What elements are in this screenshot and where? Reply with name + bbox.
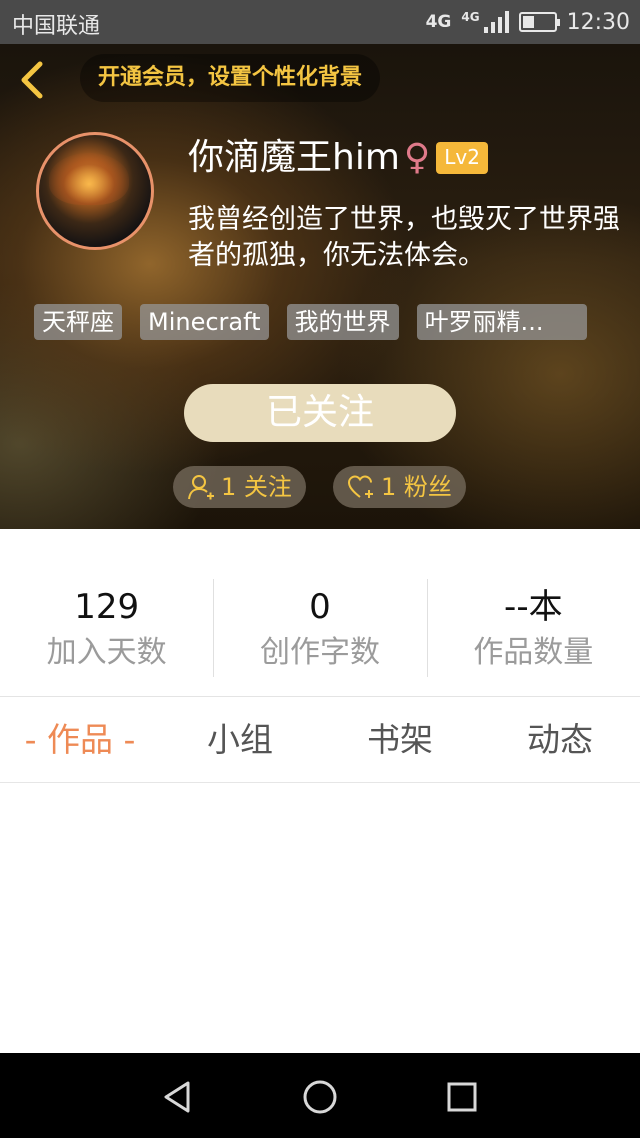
nav-back-button[interactable] <box>156 1075 200 1119</box>
chevron-left-icon <box>21 61 43 99</box>
status-indicators: 4G 4G 12:30 <box>426 6 630 38</box>
status-bar: 中国联通 4G 4G 12:30 <box>0 0 640 44</box>
stat-label: 加入天数 <box>46 635 167 670</box>
network-type-2: 4G <box>461 10 480 24</box>
stat-join-days: 129 加入天数 <box>0 529 213 696</box>
stat-value: 129 <box>74 587 140 627</box>
stat-label: 作品数量 <box>473 635 594 670</box>
tab-bookshelf[interactable]: 书架 <box>320 697 480 782</box>
tab-works[interactable]: - 作品 - <box>0 697 160 782</box>
signal-icon <box>483 11 509 33</box>
tag-item[interactable]: 我的世界 <box>286 304 399 340</box>
profile-name-row: 你滴魔王him ♀ Lv2 <box>188 136 488 180</box>
stat-label: 创作字数 <box>259 635 380 670</box>
level-badge: Lv2 <box>436 142 488 174</box>
stat-value: 0 <box>309 587 331 627</box>
signal-group: 4G <box>461 10 509 33</box>
stat-works-count: --本 作品数量 <box>426 529 640 696</box>
following-count: 1 关注 <box>221 473 292 501</box>
network-type-1: 4G <box>425 11 452 32</box>
username: 你滴魔王him <box>188 137 400 178</box>
status-time: 12:30 <box>566 9 630 35</box>
circle-home-icon <box>303 1080 337 1114</box>
tab-groups[interactable]: 小组 <box>160 697 320 782</box>
tab-activity[interactable]: 动态 <box>480 697 640 782</box>
battery-level <box>522 16 534 28</box>
vip-background-prompt[interactable]: 开通会员，设置个性化背景 <box>80 54 381 102</box>
following-count-button[interactable]: 1 关注 <box>173 466 306 508</box>
tag-item[interactable]: 天秤座 <box>34 304 122 340</box>
gender-female-icon: ♀ <box>403 137 431 178</box>
battery-icon <box>518 12 560 32</box>
stat-word-count: 0 创作字数 <box>213 529 426 696</box>
square-recent-icon <box>447 1082 477 1112</box>
fans-count: 1 粉丝 <box>381 473 452 501</box>
follow-button[interactable]: 已关注 <box>184 384 456 442</box>
stat-value: --本 <box>504 587 563 627</box>
user-bio: 我曾经创造了世界，也毁灭了世界强者的孤独，你无法体会。 <box>188 204 620 271</box>
avatar-image-highlight <box>49 153 129 205</box>
nav-recent-button[interactable] <box>440 1075 484 1119</box>
carrier-name: 中国联通 <box>12 14 101 39</box>
profile-header: 开通会员，设置个性化背景 你滴魔王him ♀ Lv2 我曾经创造了世界，也毁灭了… <box>0 44 640 529</box>
triangle-back-icon <box>164 1081 190 1113</box>
nav-home-button[interactable] <box>298 1075 342 1119</box>
fans-count-button[interactable]: 1 粉丝 <box>333 466 466 508</box>
profile-tabs: - 作品 - 小组 书架 动态 <box>0 697 640 783</box>
avatar[interactable] <box>36 132 154 250</box>
person-plus-icon <box>188 475 214 500</box>
system-nav-bar <box>0 1053 640 1138</box>
tag-item[interactable]: 叶罗丽精... <box>416 304 587 340</box>
stats-row: 129 加入天数 0 创作字数 --本 作品数量 <box>0 529 640 697</box>
tag-item[interactable]: Minecraft <box>140 304 269 340</box>
tag-list: 天秤座 Minecraft 我的世界 叶罗丽精... <box>34 304 587 340</box>
back-button[interactable] <box>14 58 54 102</box>
heart-plus-icon <box>347 475 373 498</box>
tab-content-area <box>0 784 640 1053</box>
